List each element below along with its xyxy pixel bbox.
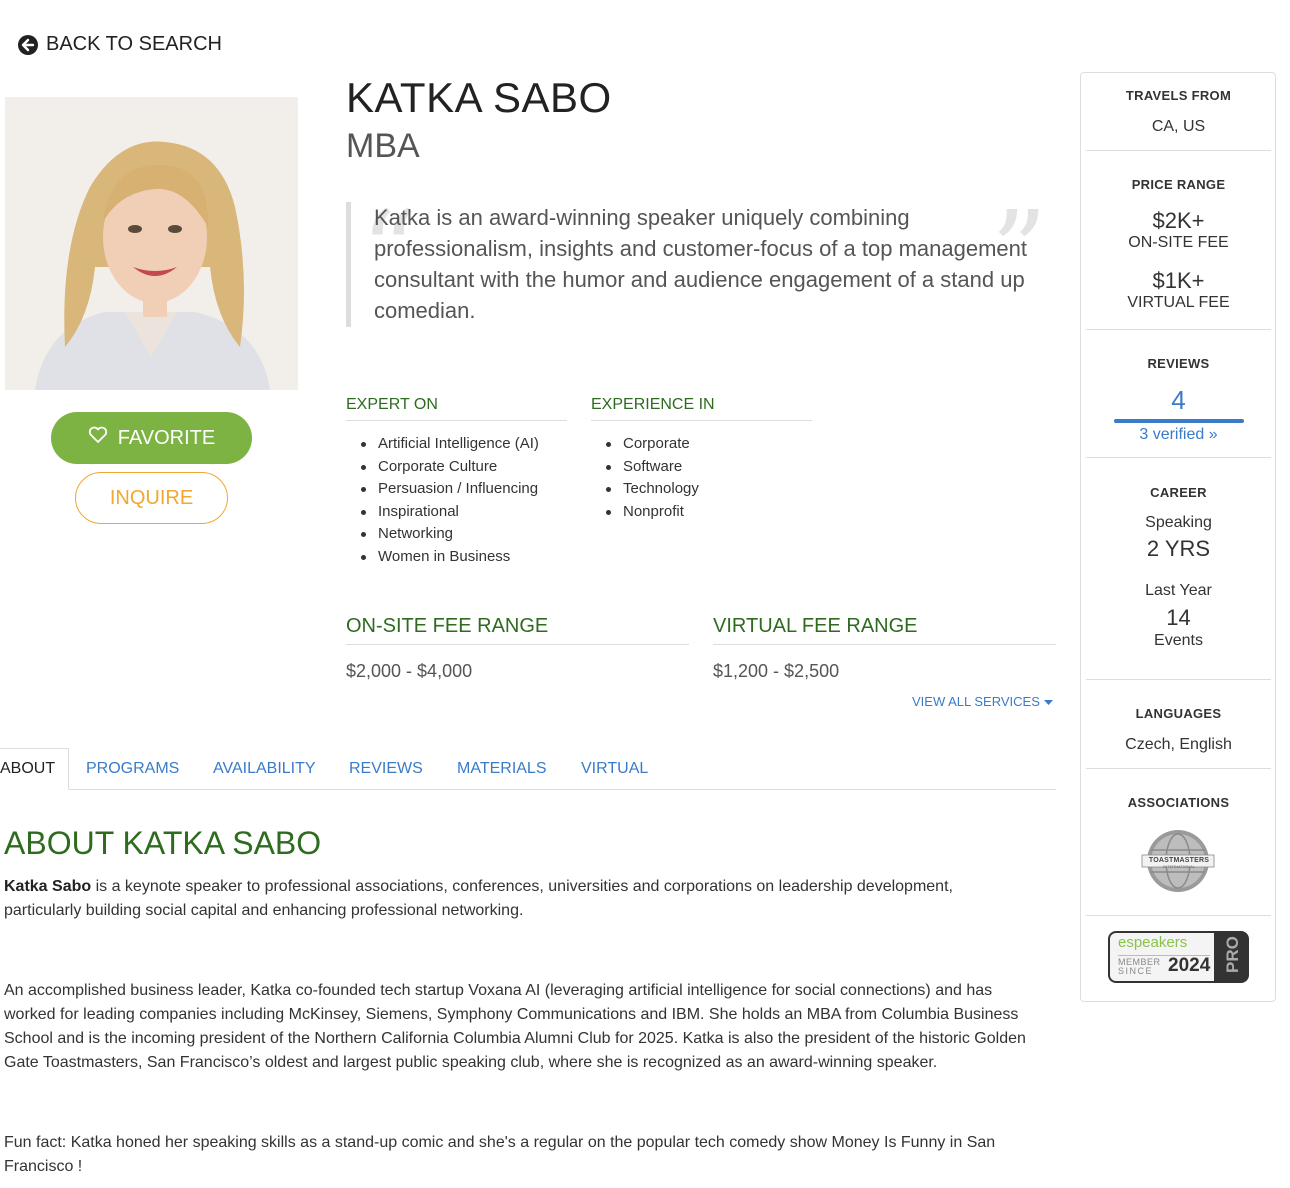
toastmasters-logo-text: TOASTMASTERS — [1148, 857, 1210, 864]
back-to-search-label: BACK TO SEARCH — [46, 33, 222, 55]
divider — [1086, 679, 1271, 680]
onsite-fee-heading: ON-SITE FEE RANGE — [346, 615, 689, 645]
speaking-label: Speaking — [1145, 514, 1212, 531]
tab-reviews[interactable]: REVIEWS — [349, 748, 423, 790]
toastmasters-logo-subtext: INTERNATIONAL — [1163, 864, 1195, 869]
onsite-price-label: ON-SITE FEE — [1128, 234, 1229, 251]
quote-text: Katka is an award-winning speaker unique… — [374, 205, 1027, 323]
badge-panel: espeakers MEMBER SINCE 2024 — [1110, 933, 1214, 981]
divider — [1086, 915, 1271, 916]
badge-pro: PRO — [1223, 936, 1242, 973]
tab-availability[interactable]: AVAILABILITY — [213, 748, 316, 790]
last-year-label: Last Year — [1145, 582, 1212, 599]
speaking-years: 2 YRS — [1146, 536, 1211, 561]
list-item: Technology — [591, 478, 812, 501]
virtual-fee-section: VIRTUAL FEE RANGE $1,200 - $2,500 — [713, 615, 1056, 682]
divider — [1086, 150, 1271, 151]
about-p1-text: is a keynote speaker to professional ass… — [4, 878, 953, 919]
view-all-services-label: VIEW ALL SERVICES — [912, 694, 1040, 709]
experience-in-section: EXPERIENCE IN Corporate Software Technol… — [591, 396, 812, 523]
divider — [1086, 768, 1271, 769]
tab-label: PROGRAMS — [86, 760, 180, 777]
travels-value: CA, US — [1151, 118, 1206, 135]
list-item: Software — [591, 456, 812, 479]
about-paragraph-1: Katka Sabo is a keynote speaker to profe… — [4, 875, 1034, 923]
about-paragraph-2: An accomplished business leader, Katka c… — [4, 982, 1026, 1071]
back-to-search-link[interactable]: BACK TO SEARCH — [18, 33, 222, 56]
tab-about[interactable]: ABOUT — [0, 748, 69, 790]
associations-section: ASSOCIATIONS TOASTMASTERS INTERNATIONAL — [1086, 795, 1271, 894]
espeakers-pro-badge: espeakers MEMBER SINCE 2024 PRO — [1108, 931, 1249, 983]
verified-label: 3 verified — [1139, 426, 1205, 443]
toastmasters-logo: TOASTMASTERS INTERNATIONAL — [1086, 828, 1271, 894]
about-paragraph-3: Fun fact: Katka honed her speaking skill… — [4, 1134, 996, 1175]
languages-value: Czech, English — [1125, 736, 1232, 753]
list-item: Artificial Intelligence (AI) — [346, 433, 567, 456]
about-title: ABOUT KATKA SABO — [4, 825, 322, 861]
tab-virtual[interactable]: VIRTUAL — [581, 748, 648, 790]
reviews-section: REVIEWS 4 3 verified » — [1086, 356, 1271, 444]
reviews-count[interactable]: 4 — [1086, 385, 1271, 416]
favorite-button[interactable]: FAVORITE — [51, 412, 252, 464]
speaker-sidebar: TRAVELS FROM CA, US PRICE RANGE $2K+ ON-… — [1080, 72, 1276, 1002]
list-item: Persuasion / Influencing — [346, 478, 567, 501]
speaker-photo — [5, 97, 298, 390]
career-section: CAREER Speaking 2 YRS Last Year 14 Event… — [1086, 485, 1271, 650]
double-chevron-right-icon: » — [1208, 426, 1218, 443]
travels-heading: TRAVELS FROM — [1125, 88, 1232, 103]
events-count: 14 — [1166, 605, 1191, 630]
virtual-price-label: VIRTUAL FEE — [1127, 294, 1230, 311]
languages-heading: LANGUAGES — [1135, 706, 1222, 721]
virtual-fee-value: $1,200 - $2,500 — [713, 661, 840, 681]
price-section: PRICE RANGE $2K+ ON-SITE FEE $1K+ VIRTUA… — [1086, 177, 1271, 312]
favorite-label: FAVORITE — [117, 426, 216, 449]
list-item: Nonprofit — [591, 501, 812, 524]
events-label: Events — [1154, 632, 1203, 649]
list-item: Networking — [346, 523, 567, 546]
divider — [1086, 457, 1271, 458]
onsite-fee-value: $2,000 - $4,000 — [346, 661, 473, 681]
tab-label: VIRTUAL — [581, 760, 649, 777]
career-heading: CAREER — [1150, 485, 1207, 500]
experience-in-heading: EXPERIENCE IN — [591, 396, 812, 421]
divider — [1086, 329, 1271, 330]
virtual-fee-heading: VIRTUAL FEE RANGE — [713, 615, 1056, 645]
inquire-label: INQUIRE — [109, 486, 194, 509]
price-heading: PRICE RANGE — [1131, 177, 1226, 192]
tab-label: MATERIALS — [457, 760, 547, 777]
reviews-bar — [1113, 419, 1244, 423]
heart-icon — [88, 426, 108, 450]
speaker-name: KATKA SABO — [346, 74, 612, 121]
list-item: Corporate Culture — [346, 456, 567, 479]
travels-section: TRAVELS FROM CA, US — [1086, 88, 1271, 136]
speaker-credentials: MBA — [346, 127, 420, 165]
inquire-button[interactable]: INQUIRE — [75, 472, 228, 524]
arrow-left-circle-icon — [18, 34, 38, 55]
associations-heading: ASSOCIATIONS — [1127, 795, 1230, 810]
expert-on-section: EXPERT ON Artificial Intelligence (AI) C… — [346, 396, 567, 569]
languages-section: LANGUAGES Czech, English — [1086, 706, 1271, 754]
profile-tabs: ABOUT PROGRAMS AVAILABILITY REVIEWS MATE… — [0, 748, 1056, 790]
tab-label: REVIEWS — [349, 760, 423, 777]
tab-materials[interactable]: MATERIALS — [457, 748, 547, 790]
caret-down-icon — [1043, 694, 1053, 709]
expert-on-heading: EXPERT ON — [346, 396, 567, 421]
view-all-services-link[interactable]: VIEW ALL SERVICES — [912, 694, 1053, 709]
about-name-bold: Katka Sabo — [4, 878, 92, 895]
badge-brand: espeakers — [1118, 934, 1188, 951]
reviews-heading: REVIEWS — [1147, 356, 1210, 371]
list-item: Women in Business — [346, 546, 567, 569]
list-item: Corporate — [591, 433, 812, 456]
tab-label: AVAILABILITY — [213, 760, 316, 777]
verified-reviews-link[interactable]: 3 verified » — [1086, 426, 1271, 444]
virtual-price: $1K+ — [1152, 268, 1205, 293]
badge-since: SINCE — [1118, 966, 1154, 976]
tab-label: ABOUT — [0, 760, 56, 777]
onsite-price: $2K+ — [1152, 208, 1205, 233]
badge-year: 2024 — [1168, 955, 1211, 976]
onsite-fee-section: ON-SITE FEE RANGE $2,000 - $4,000 — [346, 615, 689, 682]
speaker-quote: “ ” Katka is an award-winning speaker un… — [346, 196, 1056, 327]
tab-programs[interactable]: PROGRAMS — [86, 748, 179, 790]
list-item: Inspirational — [346, 501, 567, 524]
